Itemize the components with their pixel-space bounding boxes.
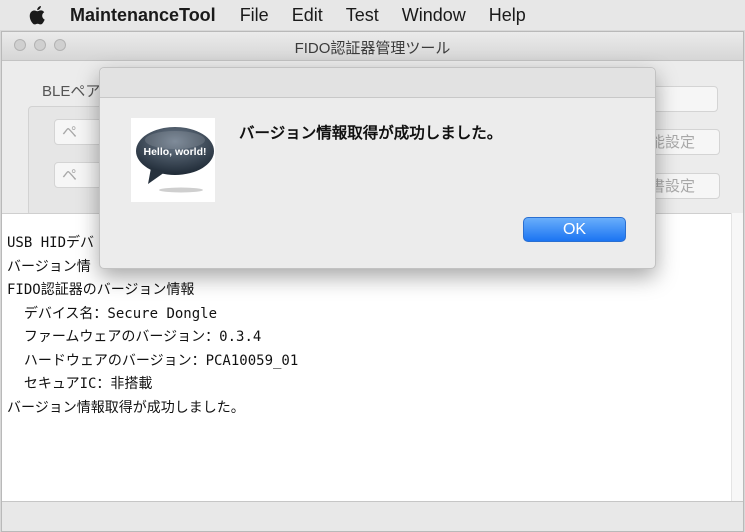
- log-line: ハードウェアのバージョン：PCA10059_01: [7, 352, 299, 369]
- window-bottom-bar: [2, 501, 743, 531]
- menu-app-name[interactable]: MaintenanceTool: [70, 5, 216, 26]
- menu-edit[interactable]: Edit: [292, 5, 323, 26]
- log-line: ファームウェアのバージョン：0.3.4: [7, 329, 262, 345]
- speech-bubble-icon: Hello, world!: [136, 127, 214, 193]
- log-line: バージョン情報取得が成功しました。: [7, 399, 245, 416]
- menu-test[interactable]: Test: [346, 5, 379, 26]
- app-icon-text: Hello, world!: [144, 146, 207, 158]
- ble-pairing-group-label: BLEペア: [42, 83, 101, 100]
- log-scrollbar[interactable]: [731, 213, 743, 503]
- window-title: FIDO認証器管理ツール: [294, 40, 451, 57]
- menu-window[interactable]: Window: [402, 5, 466, 26]
- apple-logo-icon[interactable]: [28, 4, 48, 26]
- menu-file[interactable]: File: [240, 5, 269, 26]
- window-titlebar[interactable]: FIDO認証器管理ツール: [2, 32, 743, 61]
- ok-button[interactable]: OK: [523, 217, 626, 242]
- menu-help[interactable]: Help: [489, 5, 526, 26]
- alert-dialog: Hello, world! バージョン情報取得が成功しました。 OK: [99, 67, 656, 269]
- log-line: FIDO認証器のバージョン情報: [7, 282, 195, 298]
- menu-bar: MaintenanceTool File Edit Test Window He…: [0, 0, 745, 30]
- log-line: デバイス名：Secure Dongle: [7, 305, 218, 322]
- log-line: セキュアIC：非搭載: [7, 376, 153, 392]
- alert-message: バージョン情報取得が成功しました。: [239, 125, 503, 142]
- alert-dialog-header: [100, 68, 655, 98]
- app-icon: Hello, world!: [131, 118, 215, 202]
